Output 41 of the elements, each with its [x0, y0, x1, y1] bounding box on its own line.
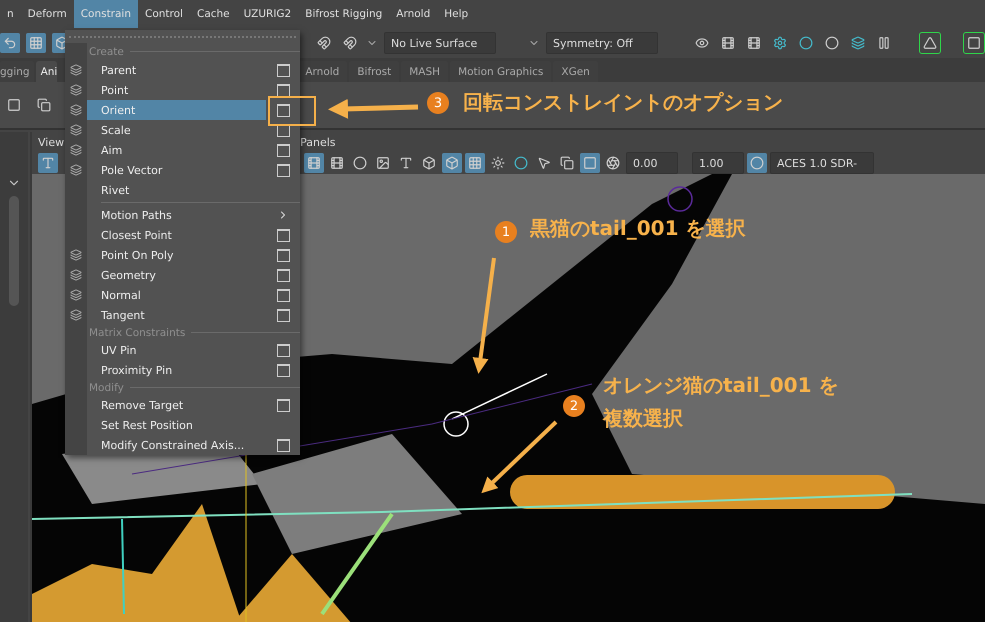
menu-item[interactable]: Aim: [87, 140, 266, 160]
menu-item[interactable]: Bifrost Rigging: [298, 0, 390, 28]
menu-heading: Matrix Constraints: [89, 326, 186, 338]
menu-item[interactable]: Deform: [20, 0, 74, 28]
menu-item[interactable]: Tangent: [87, 305, 266, 325]
menu-item[interactable]: Proximity Pin: [87, 360, 266, 380]
viewport-menu-item[interactable]: View: [38, 136, 64, 148]
menu-item[interactable]: Parent: [87, 60, 266, 80]
viewport-menu-item[interactable]: Panels: [300, 136, 336, 148]
menu-item[interactable]: Help: [437, 0, 476, 28]
gamma-field[interactable]: 1.00: [692, 152, 744, 174]
menu-item[interactable]: Orient: [87, 100, 266, 120]
annotation-text: 複数選択: [603, 405, 684, 432]
shelf-tab[interactable]: Ani: [36, 61, 58, 82]
menu-item[interactable]: Point: [87, 80, 266, 100]
menu-item[interactable]: Remove Target: [87, 395, 266, 415]
annotation-text: 回転コンストレイントのオプション: [463, 89, 783, 116]
annotation-text: オレンジ猫のtail_001 を: [603, 372, 838, 399]
menu-item[interactable]: Scale: [87, 120, 266, 140]
menu-heading: Create: [89, 46, 124, 58]
exposure-field[interactable]: 0.00: [626, 152, 678, 174]
menu-item[interactable]: UZURIG2: [236, 0, 298, 28]
menu-item[interactable]: Point On Poly: [87, 245, 266, 265]
live-surface-field[interactable]: No Live Surface: [384, 32, 496, 54]
menu-heading: Modify: [89, 382, 124, 394]
menu-item[interactable]: Pole Vector: [87, 160, 266, 180]
menu-item[interactable]: Normal: [87, 285, 266, 305]
menu-item[interactable]: Control: [138, 0, 190, 28]
menu-item[interactable]: Closest Point: [87, 225, 266, 245]
symmetry-field[interactable]: Symmetry: Off: [546, 32, 658, 54]
menu-item[interactable]: UV Pin: [87, 340, 266, 360]
menu-item[interactable]: Cache: [190, 0, 237, 28]
menu-item[interactable]: Modify Constrained Axis...: [87, 435, 266, 455]
menu-item[interactable]: n: [0, 0, 21, 28]
menu-item[interactable]: Set Rest Position: [87, 415, 266, 435]
menu-item[interactable]: Rivet: [87, 180, 266, 200]
menu-item[interactable]: Motion Paths: [87, 205, 266, 225]
menu-item[interactable]: Arnold: [389, 0, 438, 28]
annotation-text: 黒猫のtail_001 を選択: [530, 215, 746, 242]
color-space-field[interactable]: ACES 1.0 SDR-: [770, 152, 874, 174]
menu-item[interactable]: Geometry: [87, 265, 266, 285]
